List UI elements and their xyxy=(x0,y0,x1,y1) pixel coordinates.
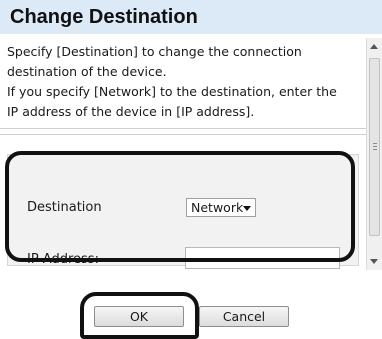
ok-button[interactable]: OK xyxy=(94,306,184,327)
description-line-4: IP address of the device in [IP address]… xyxy=(7,104,255,119)
grip-line xyxy=(373,149,377,150)
ip-address-label: IP Address: xyxy=(27,252,99,267)
destination-form: Destination Network IP Address: xyxy=(7,154,359,269)
scroll-up-arrow-icon[interactable] xyxy=(370,44,378,49)
destination-label: Destination xyxy=(27,200,102,215)
grip-line xyxy=(373,146,377,147)
dialog-content: Specify [Destination] to change the conn… xyxy=(0,38,366,270)
description-line-2: destination of the device. xyxy=(7,64,167,79)
dialog-description: Specify [Destination] to change the conn… xyxy=(7,42,357,122)
chevron-down-icon xyxy=(243,206,251,211)
description-line-3: If you specify [Network] to the destinat… xyxy=(7,84,337,99)
destination-select-value: Network xyxy=(191,200,244,215)
scroll-down-arrow-icon[interactable] xyxy=(370,259,378,264)
description-line-1: Specify [Destination] to change the conn… xyxy=(7,44,302,59)
scrollbar-thumb[interactable] xyxy=(369,58,380,236)
grip-line xyxy=(373,143,377,144)
vertical-scrollbar[interactable] xyxy=(366,38,382,270)
divider xyxy=(0,134,366,135)
ip-address-input[interactable] xyxy=(185,247,340,269)
cancel-button[interactable]: Cancel xyxy=(199,306,289,327)
divider xyxy=(0,128,366,129)
destination-select[interactable]: Network xyxy=(186,198,256,217)
dialog-title: Change Destination xyxy=(10,6,198,28)
dialog-title-bar: Change Destination xyxy=(0,0,382,34)
